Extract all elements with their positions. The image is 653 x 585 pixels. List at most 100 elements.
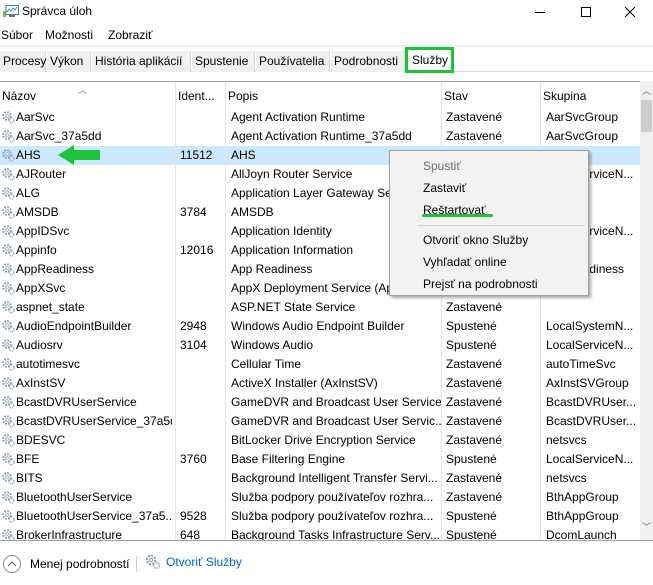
cell-group: BthAppGroup	[546, 509, 619, 523]
table-row[interactable]: AudioEndpointBuilder 2948 Windows Audio En…	[0, 317, 640, 336]
table-row[interactable]: AarSvc Agent Activation Runtime Zastavené A…	[0, 108, 640, 127]
column-header-pid[interactable]: Ident...	[176, 82, 226, 109]
context-menu-stop[interactable]: Zastaviť	[423, 181, 466, 195]
cell-name: BDESVC	[16, 433, 66, 447]
green-arrow-annotation	[58, 145, 100, 165]
scroll-up-icon[interactable]: ︿	[640, 83, 653, 100]
cell-name: AxInstSV	[16, 376, 66, 390]
cell-description: Služba podpory používateľov rozhra...	[231, 490, 434, 504]
service-gear-icon	[1, 110, 15, 124]
service-gear-icon	[1, 528, 15, 540]
menu-view[interactable]: Zobraziť	[108, 28, 153, 42]
table-row[interactable]: AxInstSV ActiveX Installer (AxInstSV) Zast…	[0, 374, 640, 393]
cell-name: BITS	[16, 471, 43, 485]
context-menu-start: Spustiť	[423, 159, 461, 173]
cell-group: AxInstSVGroup	[546, 376, 629, 390]
cell-name: Audiosrv	[16, 338, 63, 352]
tab-performance[interactable]: Výkon	[47, 51, 91, 72]
table-row[interactable]: BFE 3760 Base Filtering Engine Spustené Loca…	[0, 450, 640, 469]
cell-group: BcastDVRUser...	[546, 414, 636, 428]
column-header-status[interactable]: Stav	[442, 82, 541, 109]
cell-status: Zastavené	[446, 490, 503, 504]
column-header-name[interactable]: Názov	[0, 82, 176, 109]
cell-status: Zastavené	[446, 110, 503, 124]
gear-icon	[145, 554, 161, 570]
table-row[interactable]: aspnet_state ASP.NET State Service Zastave…	[0, 298, 640, 317]
restart-highlight-underline	[422, 214, 493, 217]
cell-name: ALG	[16, 186, 41, 200]
cell-description: Služba podpory používateľov rozhra...	[231, 509, 434, 523]
maximize-button[interactable]	[563, 0, 609, 24]
tab-services[interactable]: Služby	[405, 47, 454, 73]
scrollbar-thumb[interactable]	[641, 100, 652, 132]
table-row[interactable]: AarSvc_37a5dd Agent Activation Runtime_37…	[0, 127, 640, 146]
context-menu-open-services[interactable]: Otvoriť okno Služby	[423, 233, 528, 247]
open-services-label: Otvoriť Služby	[166, 555, 242, 569]
tab-processes[interactable]: Procesy	[0, 51, 46, 72]
table-row[interactable]: BcastDVRUserService_37a5dd GameDVR and Br…	[0, 412, 640, 431]
column-header-description[interactable]: Popis	[226, 82, 442, 109]
service-gear-icon	[1, 129, 15, 143]
menu-file[interactable]: Súbor	[1, 28, 33, 42]
cell-name: Appinfo	[16, 243, 57, 257]
table-row[interactable]: BluetoothUserService_37a5... 9528 Služba p…	[0, 507, 640, 526]
cell-pid: 3760	[180, 452, 207, 466]
cell-description: Cellular Time	[231, 357, 302, 371]
service-gear-icon	[1, 205, 15, 219]
cell-description: Background Tasks Infrastructure Serv...	[231, 528, 440, 540]
tab-users[interactable]: Používatelia	[256, 51, 330, 72]
cell-name: BluetoothUserService	[16, 490, 133, 504]
open-services-link[interactable]: Otvoriť Služby	[145, 554, 242, 570]
vertical-scrollbar[interactable]: ︿ ﹀	[640, 81, 653, 540]
scroll-down-icon[interactable]: ﹀	[640, 519, 653, 536]
minimize-button[interactable]	[517, 0, 563, 24]
title-bar: Správca úloh	[0, 0, 653, 24]
cell-group: autoTimeSvc	[546, 357, 616, 371]
table-row[interactable]: BrokerInfrastructure 648 Background Tasks …	[0, 526, 640, 540]
service-gear-icon	[1, 471, 15, 485]
cell-group: BcastDVRUser...	[546, 395, 636, 409]
cell-pid: 3784	[180, 205, 207, 219]
service-gear-icon	[1, 300, 15, 314]
footer: Menej podrobností Otvoriť Služby	[0, 540, 653, 585]
cell-status: Spustené	[446, 509, 497, 523]
column-header-group[interactable]: Skupina	[541, 82, 640, 109]
column-divider	[225, 108, 226, 540]
service-gear-icon	[1, 509, 15, 523]
cell-name: aspnet_state	[16, 300, 85, 314]
minimize-icon	[535, 12, 545, 13]
cell-status: Zastavené	[446, 395, 503, 409]
cell-group: LocalServiceN...	[546, 338, 634, 352]
cell-description: Agent Activation Runtime_37a5dd	[231, 129, 412, 143]
table-row[interactable]: BDESVC BitLocker Drive Encryption Service…	[0, 431, 640, 450]
table-row[interactable]: BITS Background Intelligent Transfer Serv…	[0, 469, 640, 488]
tab-details[interactable]: Podrobnosti	[331, 51, 405, 72]
service-gear-icon	[1, 148, 15, 162]
service-gear-icon	[1, 167, 15, 181]
table-row[interactable]: autotimesvc Cellular Time Zastavené autoTim…	[0, 355, 640, 374]
cell-group: AarSvcGroup	[546, 129, 619, 143]
menu-options[interactable]: Možnosti	[45, 28, 93, 42]
context-menu-go-to-details[interactable]: Prejsť na podrobnosti	[423, 277, 538, 291]
window-title: Správca úloh	[22, 4, 93, 18]
cell-description: Windows Audio Endpoint Builder	[231, 319, 405, 333]
fewer-details-button[interactable]: Menej podrobností	[3, 554, 129, 574]
tab-app-history[interactable]: História aplikácií	[92, 51, 191, 72]
table-row[interactable]: BluetoothUserService Služba podpory použí…	[0, 488, 640, 507]
service-gear-icon	[1, 414, 15, 428]
tab-startup[interactable]: Spustenie	[192, 51, 255, 72]
cell-group: netsvcs	[546, 471, 587, 485]
cell-status: Zastavené	[446, 300, 503, 314]
context-menu-search-online[interactable]: Vyhľadať online	[423, 255, 507, 269]
close-icon	[625, 7, 635, 17]
cell-pid: 2948	[180, 319, 207, 333]
service-gear-icon	[1, 452, 15, 466]
column-divider	[175, 108, 176, 540]
cell-name: AJRouter	[16, 167, 67, 181]
cell-status: Spustené	[446, 528, 497, 540]
table-row[interactable]: BcastDVRUserService GameDVR and Broadcast…	[0, 393, 640, 412]
cell-description: BitLocker Drive Encryption Service	[231, 433, 416, 447]
service-gear-icon	[1, 281, 15, 295]
close-button[interactable]	[607, 0, 653, 24]
table-row[interactable]: Audiosrv 3104 Windows Audio Spustené LocalSe…	[0, 336, 640, 355]
